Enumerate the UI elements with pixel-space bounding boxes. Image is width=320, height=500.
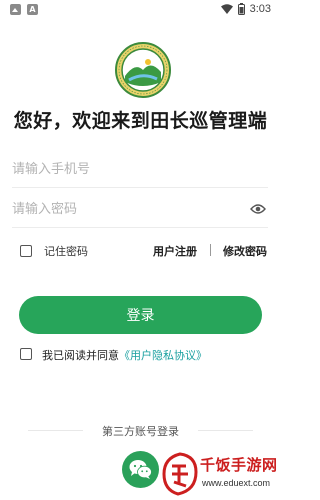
change-password-link[interactable]: 修改密码	[223, 243, 267, 259]
wifi-icon	[220, 4, 233, 14]
third-party-label: 第三方账号登录	[102, 425, 179, 438]
app-emblem-icon	[115, 42, 171, 98]
battery-icon	[237, 3, 245, 15]
remember-password-checkbox[interactable]	[20, 245, 32, 257]
options-separator	[210, 244, 211, 256]
status-right-icons: 3:03	[220, 3, 271, 15]
photo-icon	[10, 4, 21, 15]
login-button[interactable]: 登录	[19, 296, 262, 334]
wechat-icon	[129, 460, 152, 479]
remember-password-label[interactable]: 记住密码	[44, 243, 88, 259]
privacy-policy-link[interactable]: 《用户隐私协议》	[119, 349, 207, 362]
eye-icon[interactable]	[250, 202, 266, 216]
register-link[interactable]: 用户注册	[153, 243, 197, 259]
wechat-login-button[interactable]	[122, 451, 159, 488]
phone-input[interactable]	[12, 152, 232, 186]
watermark-name: 千饭手游网	[200, 456, 278, 474]
password-input[interactable]	[12, 192, 232, 226]
watermark-url: www.eduext.com	[202, 478, 271, 488]
agreement-checkbox[interactable]	[20, 348, 32, 360]
divider-right	[198, 430, 253, 431]
status-time: 3:03	[249, 3, 271, 15]
status-left-icons: A	[10, 4, 38, 15]
phone-field	[12, 152, 268, 188]
login-options-row: 记住密码 用户注册 修改密码	[20, 243, 270, 259]
password-field	[12, 192, 268, 228]
site-watermark: 千饭手游网 www.eduext.com	[160, 452, 281, 500]
third-party-login: 第三方账号登录	[20, 423, 261, 439]
agreement-label: 我已阅读并同意	[42, 349, 119, 362]
welcome-title: 您好，欢迎来到田长巡管理端	[13, 110, 268, 132]
agreement-text: 我已阅读并同意《用户隐私协议》	[42, 347, 207, 363]
watermark-logo-icon	[162, 452, 198, 496]
agreement-row: 我已阅读并同意《用户隐私协议》	[20, 347, 270, 363]
status-bar: A 3:03	[0, 0, 281, 20]
a-icon: A	[27, 4, 38, 15]
